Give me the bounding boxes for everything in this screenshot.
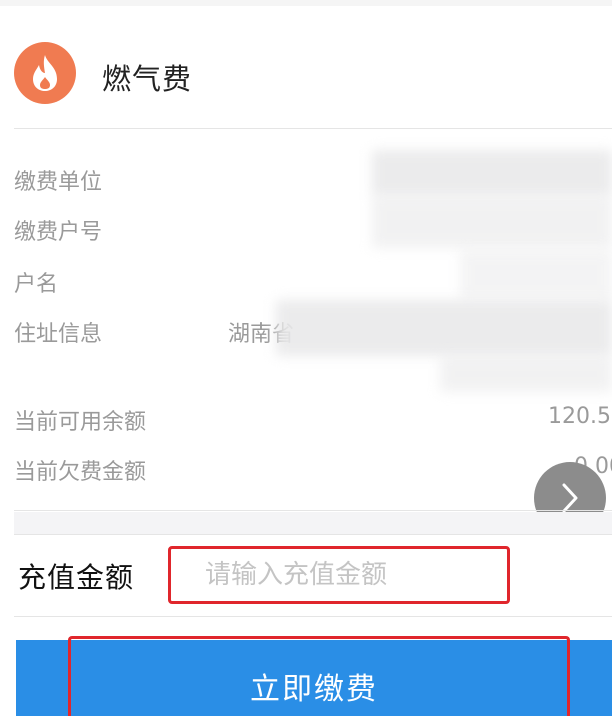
arrears-label: 当前欠费金额 xyxy=(14,460,147,485)
recharge-label: 充值金额 xyxy=(18,561,135,594)
pay-now-label: 立即缴费 xyxy=(250,672,378,707)
pay-now-button[interactable]: 立即缴费 xyxy=(16,640,612,716)
info-label-name: 户名 xyxy=(14,272,59,297)
redacted-account xyxy=(372,196,612,248)
service-header: 燃气费 xyxy=(0,38,612,114)
service-title: 燃气费 xyxy=(102,62,193,96)
balance-divider xyxy=(14,510,612,511)
header-divider xyxy=(14,128,612,129)
separator-bottom-line xyxy=(14,534,612,535)
section-separator xyxy=(14,512,612,534)
info-label-payee: 缴费单位 xyxy=(14,170,103,195)
redacted-address xyxy=(276,300,612,356)
balance-label: 当前可用余额 xyxy=(14,410,147,435)
recharge-amount-input[interactable] xyxy=(168,546,510,604)
flame-icon xyxy=(33,55,57,91)
status-bar-remnant xyxy=(0,0,612,6)
redacted-payee xyxy=(372,150,612,196)
info-label-account: 缴费户号 xyxy=(14,220,103,245)
redacted-name xyxy=(460,250,612,300)
balance-value: 120.50 xyxy=(548,404,612,429)
info-label-address: 住址信息 xyxy=(14,322,103,347)
redacted-address-extra xyxy=(440,356,612,392)
input-divider xyxy=(14,616,612,617)
gas-service-badge xyxy=(14,42,76,104)
